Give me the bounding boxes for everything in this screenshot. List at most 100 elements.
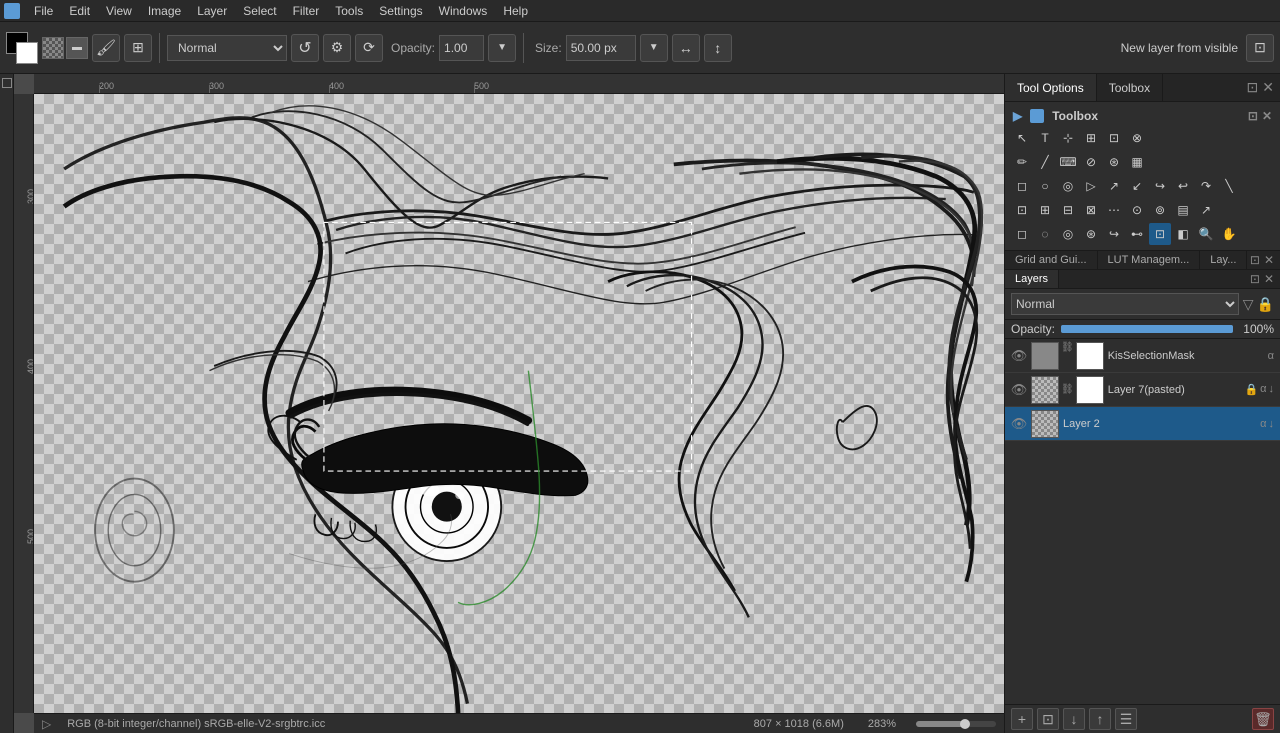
toolbox-config-icon[interactable]: ⊡ (1248, 109, 1258, 123)
menu-view[interactable]: View (98, 2, 140, 20)
tool-foreground-sel[interactable]: ⊡ (1149, 223, 1171, 245)
paintbrush-tool[interactable]: 🖌 (92, 34, 120, 62)
tool-free-select[interactable]: ↖ (1011, 127, 1033, 149)
docked-close-icon[interactable]: ✕ (1264, 253, 1274, 267)
tool-free[interactable]: ◎ (1057, 175, 1079, 197)
reset-btn[interactable]: ↺ (291, 34, 319, 62)
menu-filter[interactable]: Filter (285, 2, 328, 20)
layers-close-icon[interactable]: ✕ (1264, 272, 1274, 286)
tool-grid[interactable]: ⊞ (1080, 127, 1102, 149)
tool-burn[interactable]: ⊙ (1126, 199, 1148, 221)
menu-select[interactable]: Select (235, 2, 284, 20)
layer-vis-layer2[interactable]: 👁 (1011, 416, 1027, 432)
tool-paintbrush[interactable]: ╱ (1034, 151, 1056, 173)
tool-fuzzy-sel[interactable]: ⊛ (1080, 223, 1102, 245)
tool-scale[interactable]: ⊡ (1011, 199, 1033, 221)
tool-ellipse-sel[interactable]: ◌ (1034, 223, 1056, 245)
tool-smudge[interactable]: ↗ (1195, 199, 1217, 221)
drawing-canvas[interactable] (34, 94, 1004, 713)
tab-toolbox[interactable]: Toolbox (1097, 74, 1163, 101)
opacity-slider[interactable] (1061, 325, 1233, 333)
zoom-slider-thumb[interactable] (960, 719, 970, 729)
duplicate-layer-btn[interactable]: ⊡ (1037, 708, 1059, 730)
menu-file[interactable]: File (26, 2, 61, 20)
layer-props-btn[interactable]: ☰ (1115, 708, 1137, 730)
menu-help[interactable]: Help (495, 2, 536, 20)
menu-tools[interactable]: Tools (327, 2, 371, 20)
tool-by-color[interactable]: ↪ (1103, 223, 1125, 245)
canvas-area[interactable]: 200 300 400 500 300 400 500 (14, 74, 1004, 733)
docked-float-icon[interactable]: ⊡ (1250, 253, 1260, 267)
opacity-input[interactable] (439, 35, 484, 61)
layers-tab-main[interactable]: Layers (1005, 270, 1059, 288)
tool-perspective[interactable]: ⊟ (1057, 199, 1079, 221)
tool-eraser[interactable]: ⌨ (1057, 151, 1079, 173)
tool-rect[interactable]: ◻ (1011, 175, 1033, 197)
menu-image[interactable]: Image (140, 2, 189, 20)
layer-item-layer2[interactable]: 👁 Layer 2 α ↓ (1005, 407, 1280, 441)
new-layer-expand[interactable]: ⊡ (1246, 34, 1274, 62)
layers-lock-icon[interactable]: 🔒 (1257, 296, 1274, 313)
delete-layer-btn[interactable]: 🗑 (1252, 708, 1274, 730)
tool-free-sel[interactable]: ◎ (1057, 223, 1079, 245)
tool-arrow-2[interactable]: ↙ (1126, 175, 1148, 197)
docked-tab-grid[interactable]: Grid and Gui... (1005, 251, 1098, 269)
tool-fill[interactable]: ▦ (1126, 151, 1148, 173)
add-layer-btn[interactable]: + (1011, 708, 1033, 730)
canvas-content[interactable] (34, 94, 1004, 713)
tab-tool-options[interactable]: Tool Options (1005, 74, 1097, 101)
grid-tool[interactable]: ⊞ (124, 34, 152, 62)
tool-heal[interactable]: ⊚ (1149, 199, 1171, 221)
background-color[interactable] (16, 42, 38, 64)
tool-flip[interactable]: ⊠ (1080, 199, 1102, 221)
size-input[interactable] (566, 35, 636, 61)
color-selector[interactable] (6, 32, 38, 64)
docked-tab-lay[interactable]: Lay... (1200, 251, 1247, 269)
flip-h-btn[interactable]: ↔ (672, 34, 700, 62)
left-tool-indicator[interactable] (2, 78, 12, 88)
tool-move[interactable]: ◧ (1172, 223, 1194, 245)
tool-scissors[interactable]: ⊷ (1126, 223, 1148, 245)
tool-crop[interactable]: ⊗ (1126, 127, 1148, 149)
tool-text[interactable]: T (1034, 127, 1056, 149)
toolbox-close-icon[interactable]: ✕ (1262, 109, 1272, 123)
tool-pencil[interactable]: ✏ (1011, 151, 1033, 173)
size-expand[interactable]: ▼ (640, 34, 668, 62)
zoom-slider[interactable] (916, 721, 996, 727)
tool-ink[interactable]: ⊛ (1103, 151, 1125, 173)
blend-mode-select[interactable]: Normal (167, 35, 287, 61)
layers-filter-icon[interactable]: ▽ (1243, 296, 1254, 313)
settings-btn[interactable]: ⚙ (323, 34, 351, 62)
panel-float-icon[interactable]: ⊡ (1247, 79, 1259, 96)
layer-vis-kisselectionmask[interactable]: 👁 (1011, 348, 1027, 364)
tool-curve[interactable]: ↷ (1195, 175, 1217, 197)
tool-transform[interactable]: ⊡ (1103, 127, 1125, 149)
menu-windows[interactable]: Windows (431, 2, 496, 20)
layer-vis-layer7[interactable]: 👁 (1011, 382, 1027, 398)
tool-clone[interactable]: ▤ (1172, 199, 1194, 221)
move-up-btn[interactable]: ↑ (1089, 708, 1111, 730)
tool-dynamic[interactable]: ⊹ (1057, 127, 1079, 149)
refresh-btn[interactable]: ⟳ (355, 34, 383, 62)
gradient-display[interactable]: ▬ (66, 37, 88, 59)
tool-path[interactable]: ▷ (1080, 175, 1102, 197)
tool-arrow-1[interactable]: ↗ (1103, 175, 1125, 197)
tool-dodge[interactable]: ⋯ (1103, 199, 1125, 221)
tool-zoom[interactable]: 🔍 (1195, 223, 1217, 245)
menu-layer[interactable]: Layer (189, 2, 235, 20)
tool-shear[interactable]: ⊞ (1034, 199, 1056, 221)
menu-settings[interactable]: Settings (371, 2, 430, 20)
layers-blend-select[interactable]: Normal (1011, 293, 1239, 315)
layer-item-kisselectionmask[interactable]: 👁 ⛓ KisSelectionMask α (1005, 339, 1280, 373)
tool-ellipse[interactable]: ○ (1034, 175, 1056, 197)
pattern-display[interactable] (42, 37, 64, 59)
layers-float-icon[interactable]: ⊡ (1250, 272, 1260, 286)
tool-spiral[interactable]: ↩ (1172, 175, 1194, 197)
tool-bezier[interactable]: ↪ (1149, 175, 1171, 197)
layer-item-layer7[interactable]: 👁 ⛓ Layer 7(pasted) 🔒 α ↓ (1005, 373, 1280, 407)
panel-close-icon[interactable]: ✕ (1262, 79, 1274, 96)
tool-airbrush[interactable]: ⊘ (1080, 151, 1102, 173)
opacity-expand[interactable]: ▼ (488, 34, 516, 62)
move-down-btn[interactable]: ↓ (1063, 708, 1085, 730)
tool-line[interactable]: ╲ (1218, 175, 1240, 197)
